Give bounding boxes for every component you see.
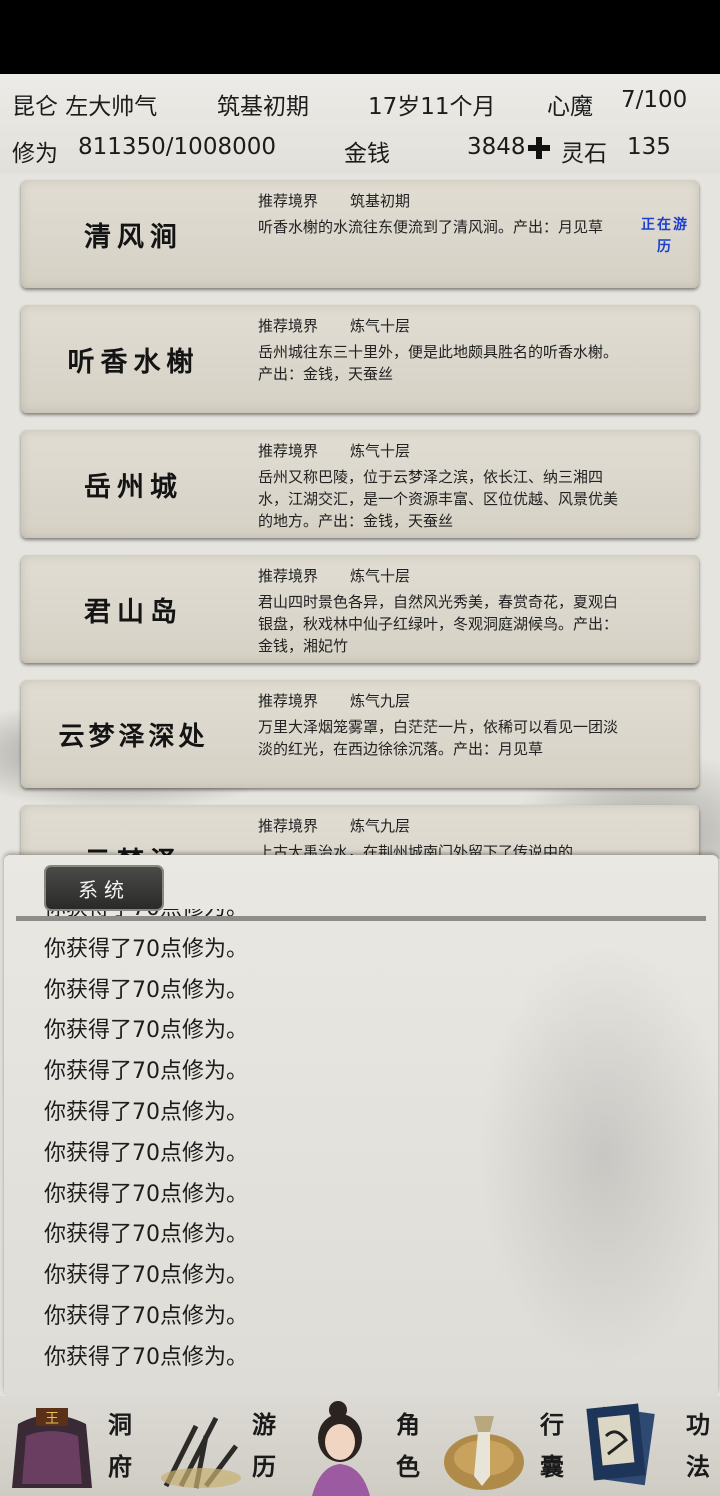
system-log-panel: 你获得了70点修为。 你获得了70点修为。 你获得了70点修为。 你获得了70点… xyxy=(4,855,718,1395)
location-name: 听香水榭 xyxy=(67,346,200,378)
system-log[interactable]: 你获得了70点修为。 你获得了70点修为。 你获得了70点修为。 你获得了70点… xyxy=(44,909,684,1389)
location-name: 岳州城 xyxy=(84,471,183,503)
cave-dwelling-icon: 王 xyxy=(12,1408,92,1488)
log-line: 你获得了70点修为。 xyxy=(44,1344,248,1370)
recommended-realm: 推荐境界 炼气十层 xyxy=(258,565,410,586)
character-stats: 昆仑 左大帅气 筑基初期 17岁11个月 心魔 7/100 修为 811350/… xyxy=(0,74,720,174)
nav-label-char: 历 xyxy=(252,1452,276,1481)
location-name: 君山岛 xyxy=(84,596,183,628)
realm-label: 推荐境界 xyxy=(258,192,319,210)
location-name: 清风涧 xyxy=(84,221,183,253)
realm-value: 筑基初期 xyxy=(217,94,309,120)
realm-label: 推荐境界 xyxy=(258,567,319,585)
location-card[interactable]: 君山岛 推荐境界 炼气十层 君山四时景色各异，自然风光秀美，春赏奇花，夏观白银盘，… xyxy=(21,555,699,663)
spirit-stone-label: 灵石 xyxy=(561,141,607,167)
realm-label: 推荐境界 xyxy=(258,317,319,335)
location-card[interactable]: 云梦泽 推荐境界炼气九层 上古大禹治水，在荆州城南门外留下了传说中的 xyxy=(21,805,699,859)
log-line: 你获得了70点修为。 xyxy=(44,1222,248,1248)
realm-value: 炼气十层 xyxy=(350,317,411,335)
bottom-navigation: 王 洞府 游历 角色 行囊 功 法 xyxy=(0,1396,720,1496)
nav-label-char: 角 xyxy=(396,1410,420,1439)
nav-character[interactable]: 角色 xyxy=(288,1396,432,1496)
heart-demon-value: 7/100 xyxy=(621,87,688,113)
log-line: 你获得了70点修为。 xyxy=(44,936,248,962)
nav-skills[interactable]: 功法 xyxy=(576,1396,720,1496)
nav-label: 洞府 xyxy=(106,1404,134,1488)
location-description: 岳州城往东三十里外，便是此地颇具胜名的听香水榭。产出：金钱，天蚕丝 xyxy=(258,343,619,383)
money-value: 3848 xyxy=(467,134,526,160)
realm-value: 炼气十层 xyxy=(350,567,411,585)
log-line: 你获得了70点修为。 xyxy=(44,1099,248,1125)
bag-icon xyxy=(444,1416,524,1490)
realm-value: 炼气九层 xyxy=(350,817,411,835)
nav-label-char: 游 xyxy=(252,1410,276,1439)
nav-label-char: 囊 xyxy=(540,1452,564,1481)
nav-bag[interactable]: 行囊 xyxy=(432,1396,576,1496)
realm-value: 炼气九层 xyxy=(350,692,411,710)
nav-label: 游历 xyxy=(250,1404,278,1488)
plus-icon xyxy=(528,137,550,159)
location-name: 云梦泽深处 xyxy=(58,721,209,752)
tab-system[interactable]: 系统 xyxy=(44,865,164,911)
location-description: 岳州又称巴陵，位于云梦泽之滨，依长江、纳三湘四水，江湖交汇，是一个资源丰富、区位… xyxy=(258,468,619,530)
travel-icon xyxy=(161,1416,241,1489)
nav-cave-dwelling[interactable]: 王 洞府 xyxy=(0,1396,144,1496)
spirit-stone-value: 135 xyxy=(627,134,671,160)
nav-travel[interactable]: 游历 xyxy=(144,1396,288,1496)
recommended-realm: 推荐境界 炼气九层 xyxy=(258,815,410,836)
cultivation-label: 修为 xyxy=(12,141,58,167)
log-line: 你获得了70点修为。 xyxy=(44,1303,248,1329)
age-value: 17岁11个月 xyxy=(368,94,496,120)
nav-label: 角色 xyxy=(394,1404,422,1488)
realm-label: 推荐境界 xyxy=(258,817,319,835)
location-list[interactable]: 清风涧 推荐境界 筑基初期 听香水榭的水流往东便流到了清风涧。产出：月见草 正在游… xyxy=(0,174,720,859)
cultivation-value: 811350/1008000 xyxy=(78,134,276,160)
recommended-realm: 推荐境界 炼气十层 xyxy=(258,440,410,461)
nav-label-char: 功 xyxy=(686,1410,710,1439)
log-line: 你获得了70点修为。 xyxy=(44,1018,248,1044)
log-line: 你获得了70点修为。 xyxy=(44,1059,248,1085)
nav-label: 功法 xyxy=(684,1404,712,1488)
nav-label: 行囊 xyxy=(538,1404,566,1488)
log-line: 你获得了70点修为。 xyxy=(44,977,248,1003)
badge-text: 王 xyxy=(45,1411,59,1427)
add-money-button[interactable] xyxy=(528,136,550,162)
traveling-status-badge: 正在游历 xyxy=(641,217,689,255)
realm-value: 筑基初期 xyxy=(350,192,411,210)
location-card[interactable]: 听香水榭 推荐境界 炼气十层 岳州城往东三十里外，便是此地颇具胜名的听香水榭。产出… xyxy=(21,305,699,413)
divider xyxy=(16,916,706,921)
location-card[interactable]: 清风涧 推荐境界 筑基初期 听香水榭的水流往东便流到了清风涧。产出：月见草 正在游… xyxy=(21,180,699,288)
skill-book-icon xyxy=(586,1403,655,1486)
character-icon xyxy=(312,1401,370,1496)
nav-label-char: 色 xyxy=(396,1452,420,1481)
nav-label-char: 洞 xyxy=(108,1410,132,1439)
nav-label-char: 府 xyxy=(108,1452,132,1481)
recommended-realm: 推荐境界 炼气九层 xyxy=(258,690,410,711)
nav-label-char: 法 xyxy=(686,1452,710,1481)
realm-value: 炼气十层 xyxy=(350,442,411,460)
log-line: 你获得了70点修为。 xyxy=(44,1263,248,1289)
realm-label: 推荐境界 xyxy=(258,692,319,710)
location-name: 云梦泽 xyxy=(21,805,246,860)
log-line: 你获得了70点修为。 xyxy=(44,1181,248,1207)
location-description: 君山四时景色各异，自然风光秀美，春赏奇花，夏观白银盘，秋戏林中仙子红绿叶，冬观洞… xyxy=(258,593,619,655)
character-name: 昆仑 左大帅气 xyxy=(12,94,158,120)
location-card[interactable]: 云梦泽深处 推荐境界 炼气九层 万里大泽烟笼雾罩，白茫茫一片，依稀可以看见一团淡淡… xyxy=(21,680,699,788)
location-description: 万里大泽烟笼雾罩，白茫茫一片，依稀可以看见一团淡淡的红光，在西边徐徐沉落。产出：… xyxy=(258,718,619,758)
nav-label-char: 行 xyxy=(540,1410,564,1439)
recommended-realm: 推荐境界 炼气十层 xyxy=(258,315,410,336)
realm-label: 推荐境界 xyxy=(258,442,319,460)
recommended-realm: 推荐境界 筑基初期 xyxy=(258,190,410,211)
location-description: 听香水榭的水流往东便流到了清风涧。产出：月见草 xyxy=(258,218,604,236)
money-label: 金钱 xyxy=(344,141,390,167)
location-card[interactable]: 岳州城 推荐境界 炼气十层 岳州又称巴陵，位于云梦泽之滨，依长江、纳三湘四水，江湖… xyxy=(21,430,699,538)
heart-demon-label: 心魔 xyxy=(547,94,593,120)
status-bar xyxy=(0,0,720,74)
log-line: 你获得了70点修为。 xyxy=(44,1140,248,1166)
